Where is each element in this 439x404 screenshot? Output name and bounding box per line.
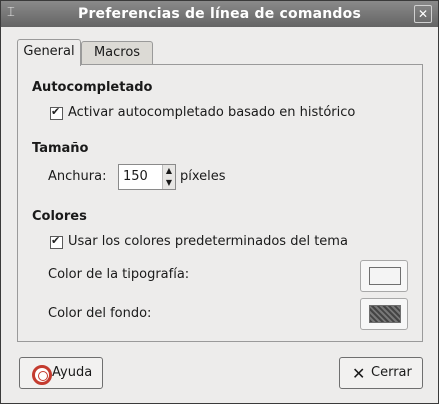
theme-colors-checkbox[interactable]: [50, 234, 63, 249]
spin-up-icon[interactable]: ▲: [163, 165, 175, 177]
autocomplete-checkbox[interactable]: [50, 105, 63, 120]
spin-down-icon[interactable]: ▼: [163, 177, 175, 189]
help-button[interactable]: Ayuda: [19, 357, 103, 389]
width-spinner[interactable]: 150 ▲ ▼: [118, 164, 176, 190]
spinner-buttons: ▲ ▼: [162, 165, 175, 189]
preferences-window: ⌶ Preferencias de línea de comandos ✕ Ge…: [0, 0, 439, 404]
tab-macros[interactable]: Macros: [81, 41, 153, 64]
font-color-label: Color de la tipografía:: [48, 267, 190, 282]
width-label: Anchura:: [48, 169, 107, 184]
window-title: Preferencias de línea de comandos: [77, 6, 362, 22]
font-color-swatch: [369, 267, 401, 285]
close-button-label: Cerrar: [371, 365, 412, 380]
background-color-swatch: [369, 305, 401, 323]
window-close-button[interactable]: ✕: [414, 5, 432, 23]
font-color-button[interactable]: [360, 260, 408, 292]
close-icon: ✕: [417, 7, 429, 21]
x-icon: ✕: [352, 364, 366, 383]
autocomplete-section-title: Autocompletado: [32, 80, 153, 95]
width-unit-label: píxeles: [180, 169, 226, 184]
titlebar[interactable]: ⌶ Preferencias de línea de comandos ✕: [1, 1, 438, 27]
background-color-button[interactable]: [360, 298, 408, 330]
tab-general[interactable]: General: [17, 39, 81, 66]
general-panel: Autocompletado Activar autocompletado ba…: [17, 64, 423, 342]
help-lifebuoy-icon: [32, 365, 52, 385]
help-button-label: Ayuda: [52, 365, 93, 380]
close-button[interactable]: ✕ Cerrar: [339, 357, 423, 389]
colors-section-title: Colores: [32, 209, 87, 224]
autocomplete-checkbox-label: Activar autocompletado basado en históri…: [68, 105, 356, 120]
width-value: 150: [123, 169, 148, 184]
theme-colors-checkbox-label: Usar los colores predeterminados del tem…: [68, 234, 348, 249]
background-color-label: Color del fondo:: [48, 306, 152, 321]
size-section-title: Tamaño: [32, 141, 89, 156]
